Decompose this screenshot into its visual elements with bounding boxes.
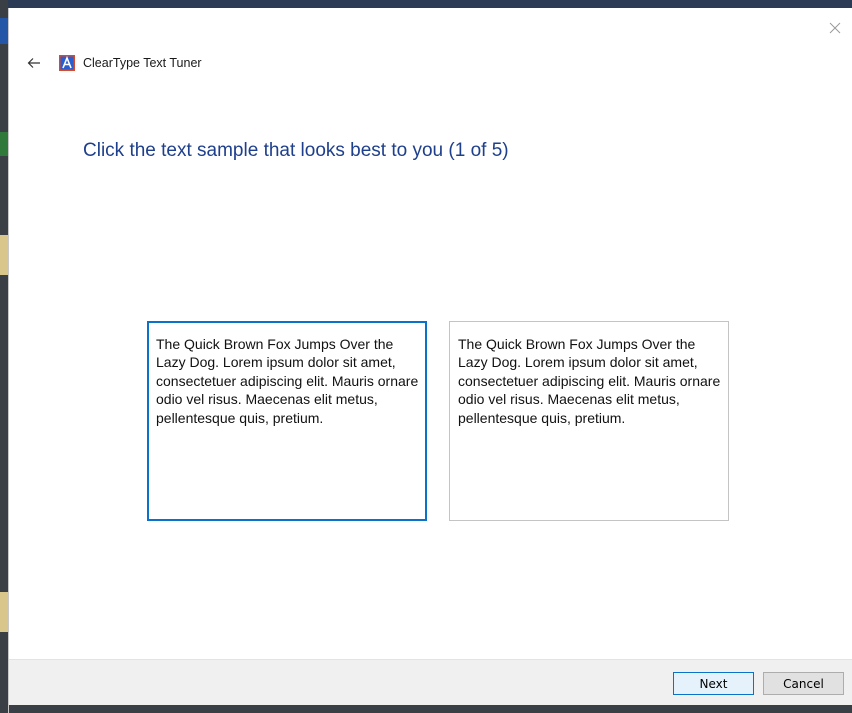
desktop-top-edge [8,0,852,8]
text-sample-2[interactable]: The Quick Brown Fox Jumps Over the Lazy … [449,321,729,521]
window-title: ClearType Text Tuner [83,56,202,70]
text-sample-1-text: The Quick Brown Fox Jumps Over the Lazy … [156,336,419,426]
arrow-left-icon [27,58,40,68]
next-button[interactable]: Next [673,672,754,695]
cancel-button[interactable]: Cancel [763,672,844,695]
text-sample-1[interactable]: The Quick Brown Fox Jumps Over the Lazy … [147,321,427,521]
cleartype-app-icon [59,55,75,71]
close-icon [829,22,841,34]
dialog-footer: Next Cancel [9,659,852,706]
back-button[interactable] [23,52,45,74]
desktop-background [0,0,8,713]
text-sample-2-text: The Quick Brown Fox Jumps Over the Lazy … [458,336,721,426]
close-button[interactable] [821,14,849,42]
cleartype-dialog: ClearType Text Tuner Click the text samp… [8,8,852,713]
desktop-bottom-edge [9,705,852,713]
dialog-titlebar: ClearType Text Tuner [23,52,202,74]
page-heading: Click the text sample that looks best to… [83,140,509,161]
